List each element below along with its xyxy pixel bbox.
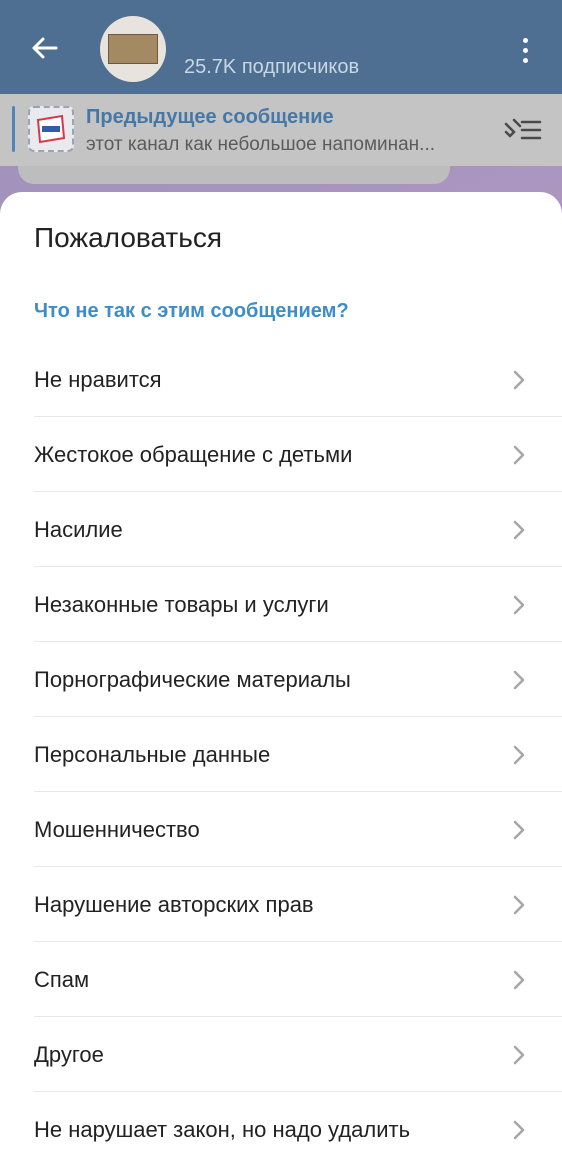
chevron-right-icon bbox=[513, 1120, 525, 1140]
report-option-label: Персональные данные bbox=[34, 741, 271, 767]
report-option-label: Порнографические материалы bbox=[34, 666, 351, 692]
report-option[interactable]: Незаконные товары и услуги bbox=[0, 567, 562, 642]
chevron-right-icon bbox=[513, 745, 525, 765]
sheet-subtitle: Что не так с этим сообщением? bbox=[34, 300, 349, 322]
chevron-right-icon bbox=[513, 895, 525, 915]
report-option-label: Насилие bbox=[34, 516, 123, 542]
report-option-label: Не нарушает закон, но надо удалить bbox=[34, 1116, 411, 1142]
report-option-label: Нарушение авторских прав bbox=[34, 891, 314, 917]
report-option[interactable]: Персональные данные bbox=[0, 717, 562, 792]
pinned-thumbnail-logo bbox=[36, 114, 66, 144]
report-option[interactable]: Жестокое обращение с детьми bbox=[0, 417, 562, 492]
subscriber-count: 25.7K подписчиков bbox=[184, 56, 360, 78]
chevron-right-icon bbox=[513, 1045, 525, 1065]
channel-header: 25.7K подписчиков bbox=[0, 0, 562, 94]
report-option[interactable]: Мошенничество bbox=[0, 792, 562, 867]
pinned-indicator bbox=[12, 106, 15, 152]
report-option[interactable]: Спам bbox=[0, 942, 562, 1017]
back-button[interactable] bbox=[24, 28, 64, 68]
pinned-thumbnail bbox=[28, 106, 74, 152]
pinned-list-icon[interactable] bbox=[500, 114, 544, 146]
message-bubble bbox=[18, 166, 450, 184]
report-option-label: Другое bbox=[34, 1041, 104, 1067]
chevron-right-icon bbox=[513, 520, 525, 540]
report-option[interactable]: Не нравится bbox=[0, 342, 562, 417]
report-options-list: Не нравится Жестокое обращение с детьми … bbox=[0, 342, 562, 1167]
report-option-label: Не нравится bbox=[34, 366, 162, 392]
report-option[interactable]: Не нарушает закон, но надо удалить bbox=[0, 1092, 562, 1167]
more-options-button[interactable] bbox=[508, 30, 542, 70]
report-option[interactable]: Нарушение авторских прав bbox=[0, 867, 562, 942]
report-sheet: Пожаловаться Что не так с этим сообщение… bbox=[0, 192, 562, 1170]
report-option-label: Мошенничество bbox=[34, 816, 200, 842]
back-arrow-icon bbox=[32, 37, 58, 59]
chevron-right-icon bbox=[513, 445, 525, 465]
avatar-image bbox=[108, 34, 158, 64]
chevron-right-icon bbox=[513, 670, 525, 690]
chevron-right-icon bbox=[513, 370, 525, 390]
pinned-title: Предыдущее сообщение bbox=[86, 106, 334, 128]
sheet-title: Пожаловаться bbox=[34, 222, 223, 253]
chevron-right-icon bbox=[513, 595, 525, 615]
chevron-right-icon bbox=[513, 820, 525, 840]
report-option[interactable]: Другое bbox=[0, 1017, 562, 1092]
report-option-label: Жестокое обращение с детьми bbox=[34, 441, 353, 467]
report-option-label: Незаконные товары и услуги bbox=[34, 591, 329, 617]
pinned-message-bar[interactable]: Предыдущее сообщение этот канал как небо… bbox=[0, 94, 562, 166]
pinned-preview: этот канал как небольшое напоминан... bbox=[86, 134, 436, 155]
report-option-label: Спам bbox=[34, 966, 90, 992]
channel-avatar[interactable] bbox=[100, 16, 166, 82]
more-vertical-icon bbox=[522, 37, 528, 43]
report-option[interactable]: Насилие bbox=[0, 492, 562, 567]
report-option[interactable]: Порнографические материалы bbox=[0, 642, 562, 717]
chevron-right-icon bbox=[513, 970, 525, 990]
